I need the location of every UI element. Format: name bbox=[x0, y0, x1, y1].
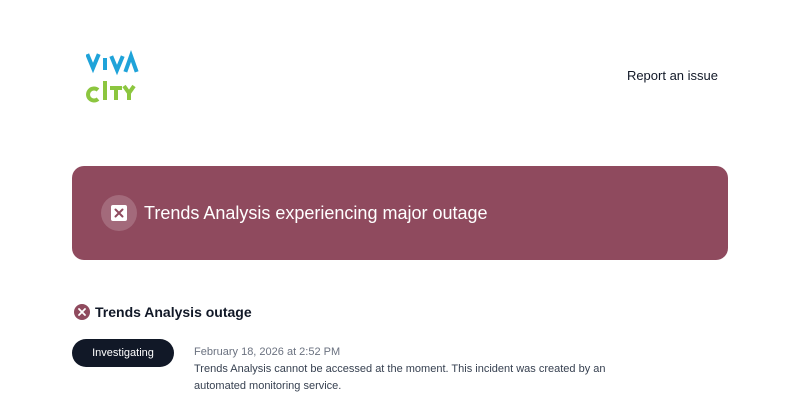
incident-header: Trends Analysis outage bbox=[74, 304, 734, 320]
error-circle-icon bbox=[74, 304, 90, 320]
outage-banner: Trends Analysis experiencing major outag… bbox=[72, 166, 728, 260]
update-timestamp: February 18, 2026 at 2:52 PM bbox=[194, 346, 341, 358]
incident-update: February 18, 2026 at 2:52 PM Trends Anal… bbox=[194, 344, 634, 395]
update-message: Trends Analysis cannot be accessed at th… bbox=[194, 363, 606, 392]
viva-city-logo[interactable] bbox=[86, 48, 146, 104]
incident-section: Trends Analysis outage Investigating Feb… bbox=[72, 304, 734, 392]
close-square-icon bbox=[101, 195, 137, 231]
incident-title[interactable]: Trends Analysis outage bbox=[95, 304, 252, 320]
report-issue-link[interactable]: Report an issue bbox=[627, 68, 718, 83]
banner-title: Trends Analysis experiencing major outag… bbox=[144, 203, 488, 223]
status-badge: Investigating bbox=[72, 339, 174, 367]
